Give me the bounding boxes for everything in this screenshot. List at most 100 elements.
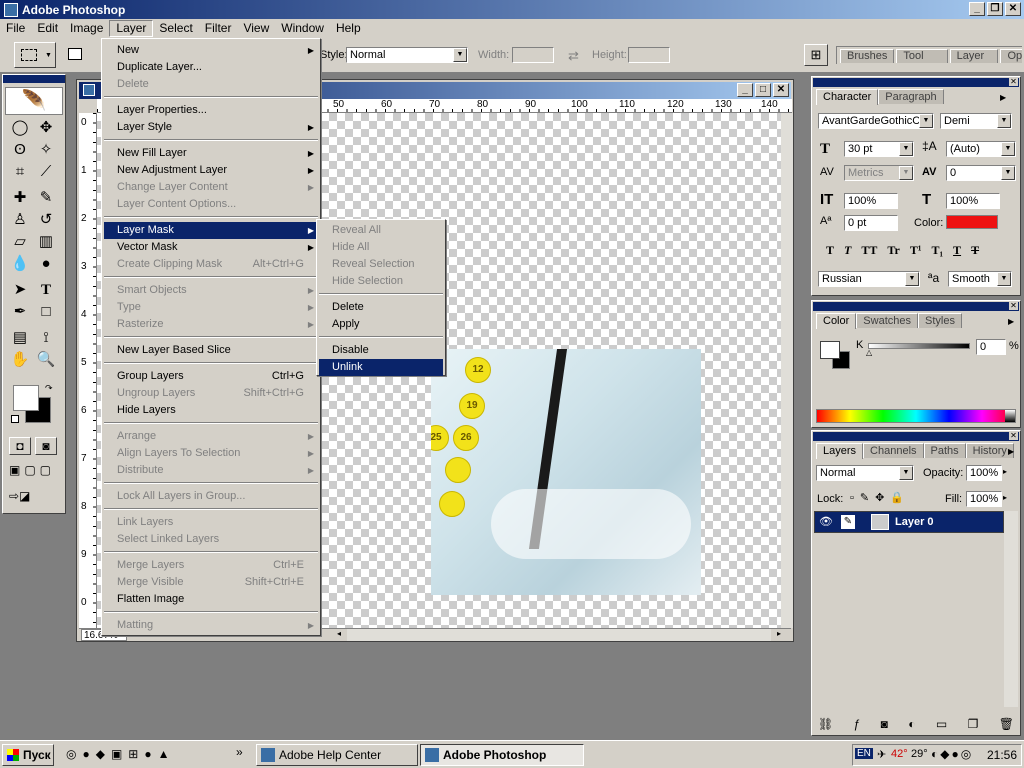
menu-item-rasterize[interactable]: Rasterize ▶	[104, 316, 318, 333]
task-adobe-help-center[interactable]: Adobe Help Center	[256, 744, 418, 766]
move-tool-icon[interactable]: ✥	[35, 117, 57, 139]
fx-icon[interactable]: ƒ	[854, 717, 861, 733]
menu-file[interactable]: File	[0, 20, 31, 37]
tab-styles[interactable]: Styles	[918, 313, 962, 328]
menu-item-merge-layers[interactable]: Merge Layers Ctrl+E	[104, 557, 318, 574]
menu-item-duplicate-layer[interactable]: Duplicate Layer...	[104, 59, 318, 76]
feather-icon[interactable]: 🪶	[5, 87, 63, 115]
layer-row[interactable]: 👁 ✎ Layer 0	[814, 511, 1004, 533]
quickmask-mode-icon[interactable]: ◙	[35, 437, 57, 455]
type-tool-icon[interactable]: T	[35, 279, 57, 301]
menu-item-distribute[interactable]: Distribute ▶	[104, 462, 318, 479]
tab-channels[interactable]: Channels	[863, 443, 924, 458]
font-style-select[interactable]: Demi ▼	[940, 113, 1012, 129]
history-brush-icon[interactable]: ↺	[35, 209, 57, 231]
marquee-tool-icon[interactable]: ◯	[9, 117, 31, 139]
horizontal-scrollbar[interactable]	[347, 629, 771, 641]
menu-select[interactable]: Select	[153, 20, 198, 37]
pen-tool-icon[interactable]: ✒	[9, 301, 31, 323]
restore-button[interactable]: ❐	[987, 2, 1003, 16]
gradient-tool-icon[interactable]: ▥	[35, 231, 57, 253]
new-layer-icon[interactable]: ❐	[968, 717, 979, 733]
faux-bold-button[interactable]: T	[826, 243, 834, 258]
eraser-tool-icon[interactable]: ▱	[9, 231, 31, 253]
crop-tool-icon[interactable]: ⌗	[9, 161, 31, 183]
start-button[interactable]: Пуск	[2, 744, 54, 766]
well-tab-options[interactable]: Options	[1000, 49, 1022, 63]
brush-tool-icon[interactable]: ✎	[35, 187, 57, 209]
quick-launch-icons[interactable]: ◎●◆▣⊞●▲	[66, 747, 175, 761]
tab-layers[interactable]: Layers	[816, 443, 864, 459]
zoom-tool-icon[interactable]: 🔍	[35, 349, 57, 371]
tracking-input[interactable]: 0 ▼	[946, 165, 1016, 181]
text-color-swatch[interactable]	[946, 215, 998, 229]
panel-menu-icon[interactable]: ▶	[1000, 93, 1006, 102]
menu-item-delete[interactable]: Delete	[104, 76, 318, 93]
tray-icons[interactable]: ✈	[877, 748, 886, 761]
color-ramp[interactable]	[816, 409, 1016, 423]
hand-tool-icon[interactable]: ✋	[9, 349, 31, 371]
menu-help[interactable]: Help	[330, 20, 367, 37]
fill-input[interactable]: 100%	[966, 491, 1002, 507]
panel-close-icon[interactable]: ✕	[1009, 432, 1018, 440]
task-adobe-photoshop[interactable]: Adobe Photoshop	[420, 744, 584, 766]
well-tab-brushes[interactable]: Brushes	[840, 49, 895, 63]
default-colors-icon[interactable]	[11, 415, 19, 423]
submenu-item-disable[interactable]: Disable	[319, 342, 443, 359]
k-slider-track[interactable]	[868, 343, 970, 349]
vertical-scale-input[interactable]: 100%	[844, 193, 898, 209]
tab-paths[interactable]: Paths	[923, 443, 966, 458]
submenu-item-apply[interactable]: Apply	[319, 316, 443, 333]
panel-menu-icon[interactable]: ▶	[1008, 317, 1014, 326]
shape-tool-icon[interactable]: □	[35, 301, 57, 323]
new-selection-icon[interactable]	[68, 48, 82, 60]
k-value-input[interactable]: 0	[976, 339, 1006, 355]
doc-minimize-button[interactable]: _	[737, 83, 753, 97]
foreground-swatch[interactable]	[820, 341, 840, 359]
kerning-select[interactable]: Metrics ▼	[844, 165, 914, 181]
subscript-button[interactable]: T₁	[931, 243, 943, 258]
k-slider-thumb[interactable]: △	[866, 348, 872, 357]
lasso-tool-icon[interactable]: ʘ	[9, 139, 31, 161]
foreground-color-swatch[interactable]	[13, 385, 39, 411]
tab-color[interactable]: Color	[816, 313, 857, 329]
horizontal-scale-input[interactable]: 100%	[946, 193, 1000, 209]
strikethrough-button[interactable]: T	[971, 243, 979, 258]
language-select[interactable]: Russian ▼	[818, 271, 920, 287]
menu-item-change-layer-content[interactable]: Change Layer Content ▶	[104, 179, 318, 196]
panel-close-icon[interactable]: ✕	[1009, 78, 1018, 86]
menu-layer[interactable]: Layer	[109, 20, 154, 37]
brush-link-icon[interactable]: ✎	[841, 515, 855, 529]
language-indicator[interactable]: EN	[855, 748, 873, 759]
adjustment-icon[interactable]: ◐	[908, 717, 915, 733]
submenu-item-reveal-selection[interactable]: Reveal Selection	[319, 256, 443, 273]
menu-item-new-adjustment-layer[interactable]: New Adjustment Layer ▶	[104, 162, 318, 179]
tab-history[interactable]: History	[965, 443, 1014, 458]
submenu-item-hide-selection[interactable]: Hide Selection	[319, 273, 443, 290]
menu-item-flatten-image[interactable]: Flatten Image	[104, 591, 318, 608]
menu-window[interactable]: Window	[275, 20, 330, 37]
submenu-item-reveal-all[interactable]: Reveal All	[319, 222, 443, 239]
all-caps-button[interactable]: TT	[861, 243, 877, 258]
vertical-scrollbar[interactable]	[781, 113, 793, 628]
eyedropper-icon[interactable]: ⟟	[35, 327, 57, 349]
small-caps-button[interactable]: Tr	[887, 243, 899, 258]
menu-item-smart-objects[interactable]: Smart Objects ▶	[104, 282, 318, 299]
standard-mode-icon[interactable]: ◘	[9, 437, 31, 455]
menu-item-ungroup-layers[interactable]: Ungroup Layers Shift+Ctrl+G	[104, 385, 318, 402]
menu-item-layer-mask[interactable]: Layer Mask ▶	[104, 222, 318, 239]
tool-preset-picker[interactable]: ▼	[14, 42, 56, 68]
minimize-button[interactable]: _	[969, 2, 985, 16]
menu-edit[interactable]: Edit	[31, 20, 64, 37]
menu-item-vector-mask[interactable]: Vector Mask ▶	[104, 239, 318, 256]
menu-image[interactable]: Image	[64, 20, 109, 37]
screen-mode-icons[interactable]: ▣▢▢	[9, 463, 59, 481]
menu-view[interactable]: View	[237, 20, 275, 37]
submenu-item-delete[interactable]: Delete	[319, 299, 443, 316]
underline-button[interactable]: T	[953, 243, 961, 258]
path-select-icon[interactable]: ➤	[9, 279, 31, 301]
tray-status-icons[interactable]: ◐◆●◎	[931, 747, 973, 761]
trash-icon[interactable]: 🗑	[999, 717, 1014, 733]
width-input[interactable]	[512, 47, 554, 63]
menu-item-type[interactable]: Type ▶	[104, 299, 318, 316]
